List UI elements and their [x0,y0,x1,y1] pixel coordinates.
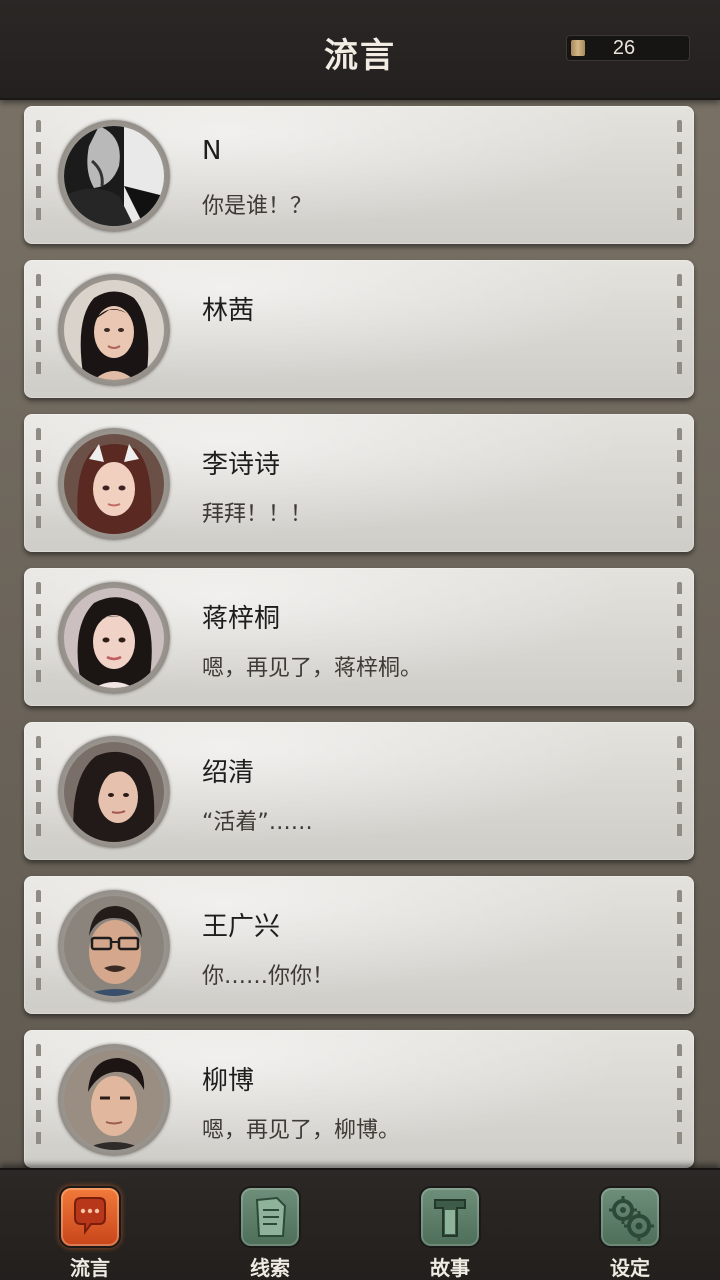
avatar-frame [58,582,170,694]
contact-name: 蒋梓桐 [202,604,281,634]
stitch-decoration [677,582,682,690]
contact-name: 王广兴 [202,912,281,942]
avatar-frame [58,120,170,232]
last-message: “活着”…… [202,810,313,835]
tab-rumors[interactable]: 流言 [50,1186,130,1280]
tab-label: 故事 [430,1256,470,1280]
last-message: 拜拜！！！ [202,502,313,527]
avatar [64,896,164,996]
last-message: 你是谁！？ [202,194,313,219]
contact-name: 绍清 [202,758,255,788]
top-header: 流言 26 [0,0,720,100]
chat-item-shaoqing[interactable]: 绍清 “活着”…… [24,722,694,860]
stitch-decoration [36,1044,41,1152]
avatar [64,588,164,688]
tab-label: 设定 [610,1256,650,1280]
avatar-frame [58,1044,170,1156]
tab-label: 线索 [250,1256,290,1280]
stitch-decoration [36,428,41,536]
last-message: 你……你你！ [202,964,335,989]
stitch-decoration [36,890,41,998]
chat-bubble-icon [59,1186,121,1248]
stitch-decoration [36,120,41,228]
avatar [64,280,164,380]
chat-item-lishishi[interactable]: 李诗诗 拜拜！！！ [24,414,694,552]
avatar-frame [58,274,170,386]
avatar-frame [58,428,170,540]
stitch-decoration [677,736,682,844]
contact-name: 林茜 [202,296,255,326]
tab-story[interactable]: 故事 [410,1186,490,1280]
stitch-decoration [677,890,682,998]
bottom-tab-bar: 流言 线索 故事 设定 [0,1168,720,1280]
stitch-decoration [36,582,41,690]
stitch-decoration [677,428,682,536]
avatar [64,742,164,842]
stitch-decoration [677,120,682,228]
coin-icon [571,40,585,56]
avatar [64,1050,164,1150]
chat-item-liubo[interactable]: 柳博 嗯，再见了，柳博。 [24,1030,694,1168]
last-message: 嗯，再见了，柳博。 [202,1118,401,1143]
coin-counter[interactable]: 26 [566,35,690,61]
contact-name: N [202,136,222,166]
last-message: 嗯，再见了，蒋梓桐。 [202,656,423,681]
tab-label: 流言 [70,1256,110,1280]
avatar [64,126,164,226]
chat-item-linqian[interactable]: 林茜 [24,260,694,398]
book-icon [419,1186,481,1248]
avatar-frame [58,736,170,848]
stitch-decoration [36,736,41,844]
avatar [64,434,164,534]
chat-item-n[interactable]: N 你是谁！？ [24,106,694,244]
avatar-frame [58,890,170,1002]
stitch-decoration [677,274,682,382]
stitch-decoration [36,274,41,382]
tab-settings[interactable]: 设定 [590,1186,670,1280]
chat-item-jiangzitong[interactable]: 蒋梓桐 嗯，再见了，蒋梓桐。 [24,568,694,706]
app-root: 流言 26 N 你是谁！？ 林茜 李诗诗 拜拜！！！ 蒋梓桐 嗯，再见了，蒋梓桐… [0,0,720,1280]
contact-name: 李诗诗 [202,450,281,480]
coin-count: 26 [612,37,636,59]
gear-icon [599,1186,661,1248]
tab-clues[interactable]: 线索 [230,1186,310,1280]
stitch-decoration [677,1044,682,1152]
chat-item-wangguangxing[interactable]: 王广兴 你……你你！ [24,876,694,1014]
document-icon [239,1186,301,1248]
contact-name: 柳博 [202,1066,255,1096]
